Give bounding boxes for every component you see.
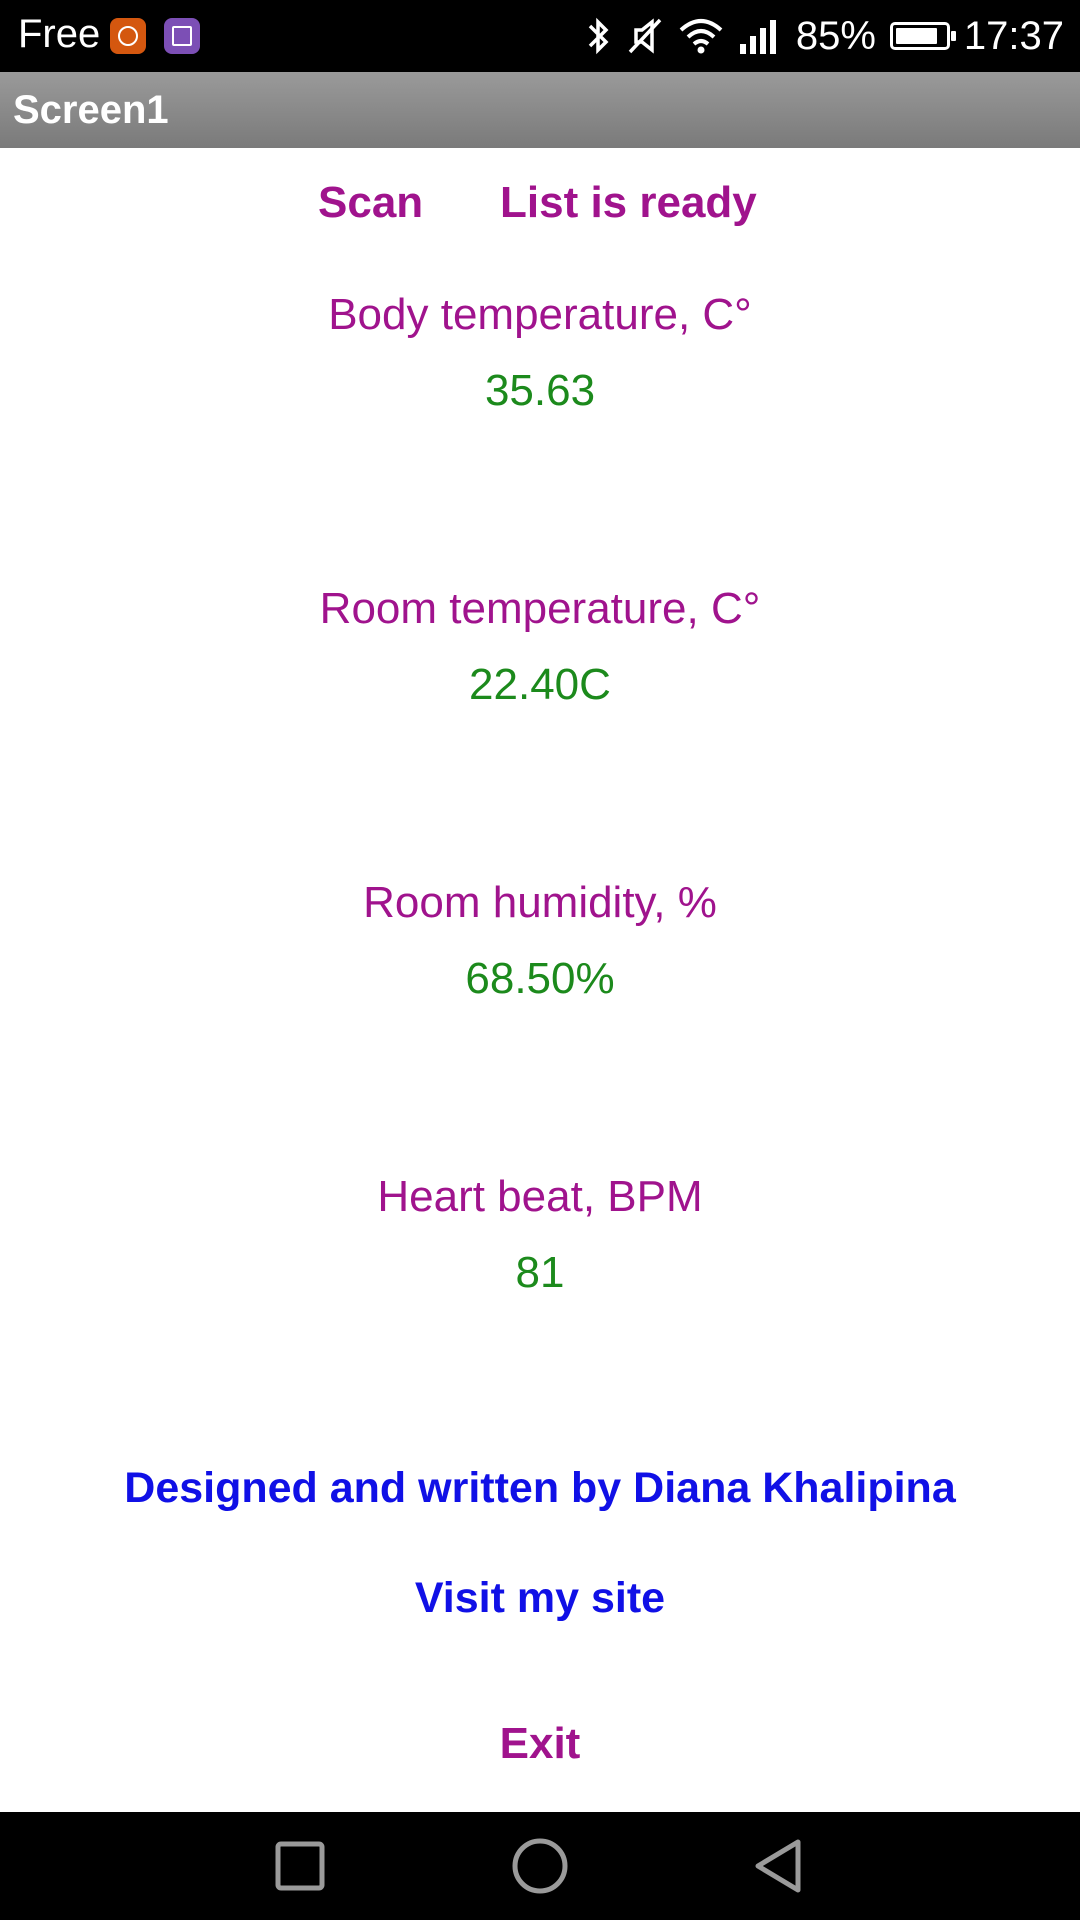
room-temperature-value: 22.40C <box>469 660 611 709</box>
author-credit: Designed and written by Diana Khalipina <box>124 1464 956 1512</box>
heart-beat-label: Heart beat, BPM <box>377 1172 703 1221</box>
status-bar: Free 85% 17:37 <box>0 0 1080 72</box>
exit-button[interactable]: Exit <box>0 1718 1080 1770</box>
clock: 17:37 <box>963 13 1064 58</box>
room-humidity-label: Room humidity, % <box>363 878 717 927</box>
battery-icon <box>889 22 956 50</box>
body-temperature-label: Body temperature, C° <box>328 290 752 339</box>
mi-icon <box>110 18 146 54</box>
wifi-icon <box>679 19 723 54</box>
signal-icon <box>739 20 776 54</box>
scan-button[interactable]: Scan <box>318 178 423 228</box>
back-icon[interactable] <box>750 1836 810 1896</box>
title-bar: Screen1 <box>0 72 1080 148</box>
room-temperature-label: Room temperature, C° <box>319 584 761 633</box>
visit-site-link[interactable]: Visit my site <box>0 1574 1080 1623</box>
list-status-button[interactable]: List is ready <box>500 178 757 228</box>
status-icons: 85% 17:37 <box>584 0 1064 72</box>
navigation-bar <box>0 1812 1080 1920</box>
body-temperature-value: 35.63 <box>484 366 596 415</box>
screen-title: Screen1 <box>13 88 169 132</box>
carrier-name: Free <box>18 12 101 56</box>
recent-apps-icon[interactable] <box>270 1836 330 1896</box>
bluetooth-icon <box>588 17 609 55</box>
gallery-icon <box>164 18 200 54</box>
home-icon[interactable] <box>510 1836 570 1896</box>
room-humidity-value: 68.50% <box>465 954 615 1003</box>
battery-percent: 85% <box>795 13 876 58</box>
mute-icon <box>628 18 662 54</box>
heart-beat-value: 81 <box>515 1248 565 1297</box>
